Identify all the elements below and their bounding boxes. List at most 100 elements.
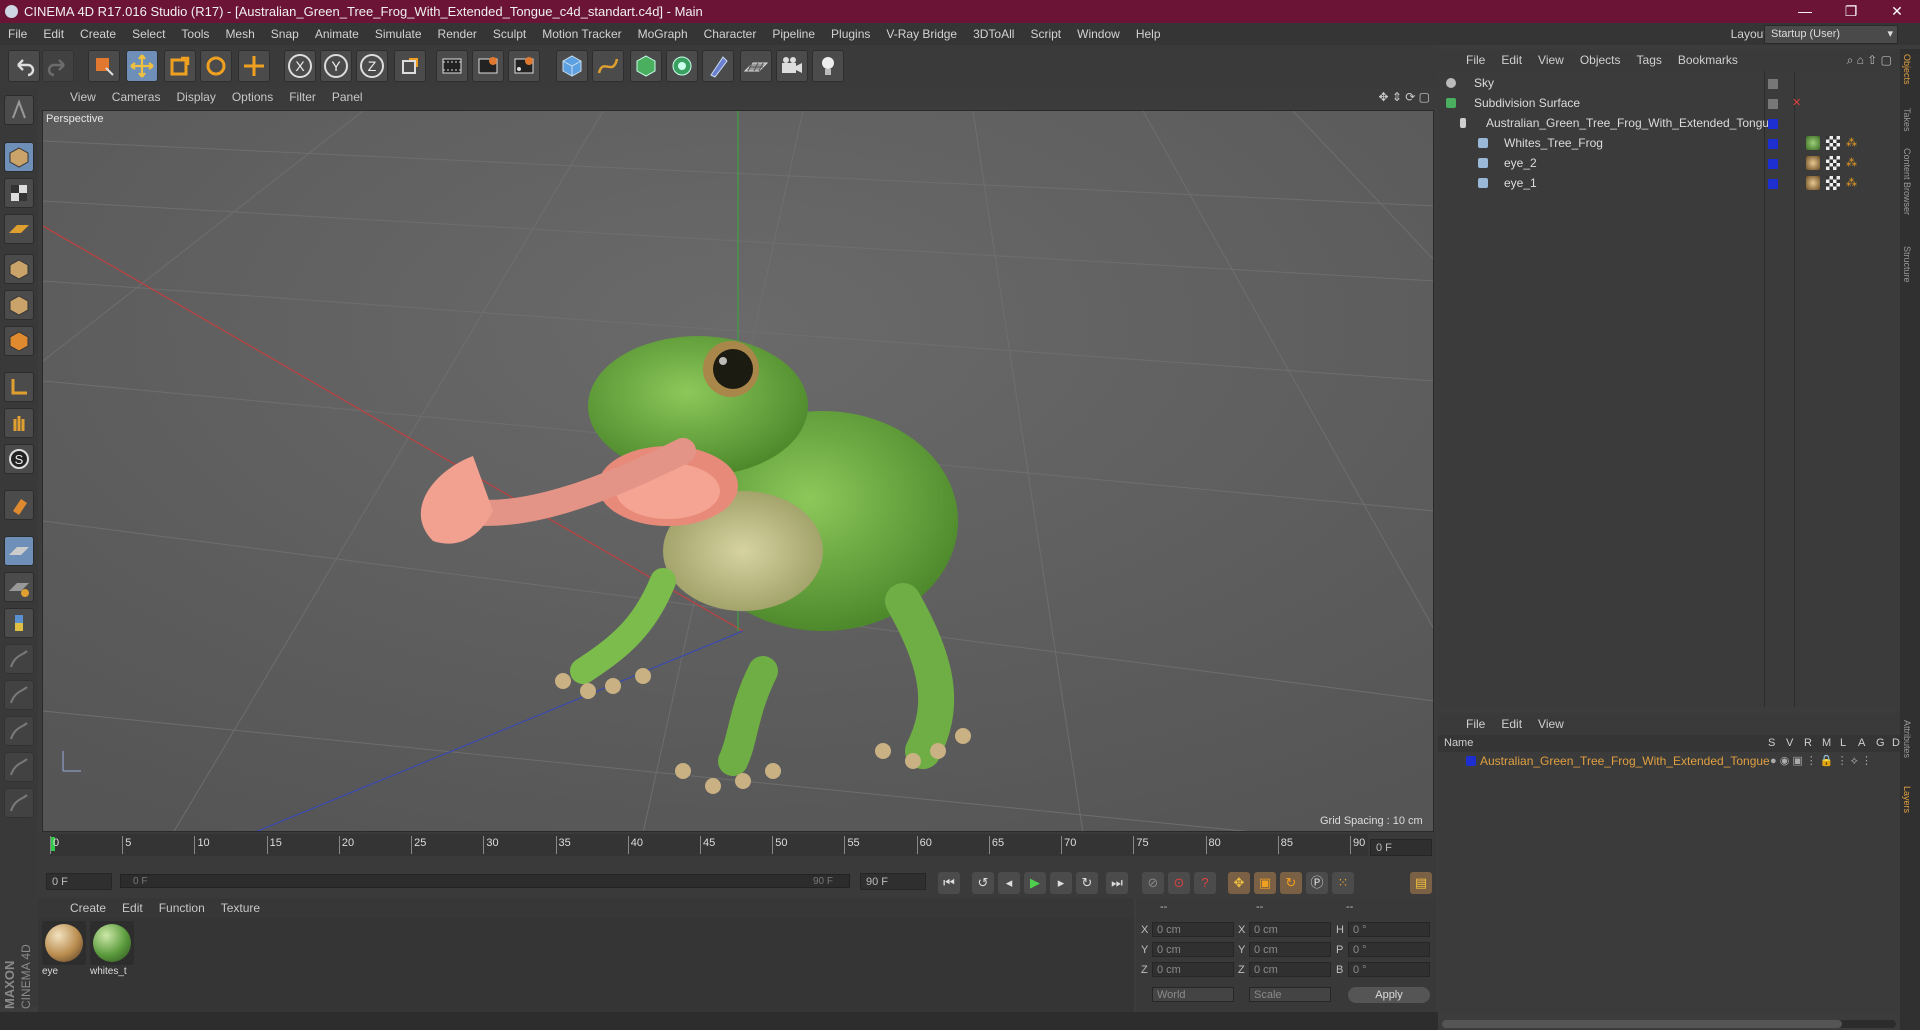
menu-create[interactable]: Create xyxy=(72,23,124,45)
record-button[interactable]: ⊙ xyxy=(1168,872,1190,894)
object-menu-objects[interactable]: Objects xyxy=(1572,49,1629,71)
floor-icon[interactable] xyxy=(740,50,772,82)
size-y-field[interactable]: 0 cm xyxy=(1249,942,1331,957)
menu-pipeline[interactable]: Pipeline xyxy=(764,23,823,45)
tweak-mode-icon[interactable] xyxy=(4,408,34,438)
redo-icon[interactable] xyxy=(42,50,74,82)
menu-vray-bridge[interactable]: V-Ray Bridge xyxy=(878,23,965,45)
size-x-field[interactable]: 0 cm xyxy=(1249,922,1331,937)
menu-select[interactable]: Select xyxy=(124,23,173,45)
minimize-button[interactable]: — xyxy=(1782,0,1828,23)
subdivision-icon[interactable] xyxy=(630,50,662,82)
menu-script[interactable]: Script xyxy=(1022,23,1069,45)
render-region-icon[interactable] xyxy=(472,50,504,82)
perspective-viewport[interactable] xyxy=(42,110,1434,832)
layer-color-swatch[interactable] xyxy=(1768,179,1778,189)
tab-objects[interactable]: Objects xyxy=(1902,54,1912,85)
key-parameter-button[interactable]: Ⓟ xyxy=(1306,872,1328,894)
menu-plugins[interactable]: Plugins xyxy=(823,23,878,45)
object-menu-view[interactable]: View xyxy=(1530,49,1572,71)
next-frame-button[interactable]: ▸ xyxy=(1050,872,1072,894)
viewport-nav-icons[interactable]: ✥ ⇕ ⟳ ▢ xyxy=(1378,87,1430,107)
live-selection-icon[interactable] xyxy=(88,50,120,82)
snap-icon[interactable]: S xyxy=(4,444,34,474)
size-mode-dropdown[interactable]: Scale xyxy=(1249,987,1331,1002)
material-menu-texture[interactable]: Texture xyxy=(213,898,268,918)
tab-layers[interactable]: Layers xyxy=(1902,786,1912,813)
material-menu-create[interactable]: Create xyxy=(62,898,114,918)
menu-mograph[interactable]: MoGraph xyxy=(630,23,696,45)
apply-button[interactable]: Apply xyxy=(1348,987,1430,1003)
z-axis-icon[interactable]: Z xyxy=(356,50,388,82)
deformer-icon[interactable] xyxy=(702,50,734,82)
play-button[interactable]: ▶ xyxy=(1024,872,1046,894)
texture-mode-icon[interactable] xyxy=(4,178,34,208)
make-editable-icon[interactable] xyxy=(4,95,34,125)
key-scale-button[interactable]: ▣ xyxy=(1254,872,1276,894)
close-button[interactable]: ✕ xyxy=(1874,0,1920,23)
selection-tag-icon[interactable]: ⁂ xyxy=(1846,177,1857,189)
texture-tag-icon[interactable] xyxy=(1826,176,1840,190)
material-tag-icon[interactable] xyxy=(1806,156,1820,170)
hair-brush-icon[interactable] xyxy=(4,716,34,746)
object-menu-edit[interactable]: Edit xyxy=(1493,49,1530,71)
viewport-menu-options[interactable]: Options xyxy=(224,87,281,107)
menu-sculpt[interactable]: Sculpt xyxy=(485,23,534,45)
material-tag-icon[interactable] xyxy=(1806,136,1820,150)
menu-animate[interactable]: Animate xyxy=(307,23,367,45)
timeline-window-button[interactable]: ▤ xyxy=(1410,872,1432,894)
range-slider[interactable]: 0 F 90 F xyxy=(120,874,850,888)
viewport-menu-display[interactable]: Display xyxy=(168,87,223,107)
viewport-menu-panel[interactable]: Panel xyxy=(324,87,371,107)
layer-row[interactable]: Australian_Green_Tree_Frog_With_Extended… xyxy=(1442,752,1896,770)
world-coordinates-icon[interactable] xyxy=(394,50,426,82)
menu-render[interactable]: Render xyxy=(430,23,485,45)
layer-menu-edit[interactable]: Edit xyxy=(1493,713,1530,735)
tab-takes[interactable]: Takes xyxy=(1902,108,1912,132)
start-frame-field[interactable]: 0 F xyxy=(46,873,112,890)
rotation-h-field[interactable]: 0 ° xyxy=(1348,922,1430,937)
menu-edit[interactable]: Edit xyxy=(35,23,72,45)
render-view-icon[interactable] xyxy=(436,50,468,82)
menu-3dtoall[interactable]: 3DToAll xyxy=(965,23,1022,45)
menu-help[interactable]: Help xyxy=(1128,23,1169,45)
motion-path-button[interactable]: ⊘ xyxy=(1142,872,1164,894)
hair-comb-icon[interactable] xyxy=(4,752,34,782)
viewport-menu-view[interactable]: View xyxy=(62,87,104,107)
object-row-frog-group[interactable]: Australian_Green_Tree_Frog_With_Extended… xyxy=(1442,114,1776,133)
viewport-menu-filter[interactable]: Filter xyxy=(281,87,324,107)
object-row-whites-tree-frog[interactable]: Whites_Tree_Frog xyxy=(1442,134,1762,153)
quantize-icon[interactable] xyxy=(4,536,34,566)
object-menu-bookmarks[interactable]: Bookmarks xyxy=(1670,49,1746,71)
layer-menu-file[interactable]: File xyxy=(1458,713,1493,735)
cube-icon[interactable] xyxy=(556,50,588,82)
last-tool-icon[interactable] xyxy=(238,50,270,82)
tab-structure[interactable]: Structure xyxy=(1902,246,1912,283)
viewport-menu-cameras[interactable]: Cameras xyxy=(104,87,169,107)
polygons-mode-icon[interactable] xyxy=(4,326,34,356)
object-menu-tags[interactable]: Tags xyxy=(1629,49,1670,71)
layout-dropdown[interactable]: Startup (User) ▾ xyxy=(1764,25,1898,44)
lock-workplane-icon[interactable] xyxy=(4,572,34,602)
auto-keying-button[interactable]: ? xyxy=(1194,872,1216,894)
render-settings-icon[interactable] xyxy=(508,50,540,82)
material-tag-icon[interactable] xyxy=(1806,176,1820,190)
rotation-p-field[interactable]: 0 ° xyxy=(1348,942,1430,957)
edges-mode-icon[interactable] xyxy=(4,290,34,320)
layer-color-swatch[interactable] xyxy=(1768,119,1778,129)
size-z-field[interactable]: 0 cm xyxy=(1249,962,1331,977)
material-menu-edit[interactable]: Edit xyxy=(114,898,151,918)
maximize-button[interactable]: ❐ xyxy=(1828,0,1874,23)
visibility-toggle[interactable] xyxy=(1768,79,1778,89)
scale-icon[interactable] xyxy=(164,50,196,82)
object-row-subdivision-surface[interactable]: Subdivision Surface xyxy=(1442,94,1762,113)
rotate-icon[interactable] xyxy=(200,50,232,82)
key-pla-button[interactable]: ⁙ xyxy=(1332,872,1354,894)
menu-character[interactable]: Character xyxy=(696,23,765,45)
selection-tag-icon[interactable]: ⁂ xyxy=(1846,137,1857,149)
x-axis-icon[interactable]: X xyxy=(284,50,316,82)
light-icon[interactable] xyxy=(812,50,844,82)
selection-tag-icon[interactable]: ⁂ xyxy=(1846,157,1857,169)
coordinate-system-dropdown[interactable]: World xyxy=(1152,987,1234,1002)
object-row-eye-2[interactable]: eye_2 xyxy=(1442,154,1762,173)
